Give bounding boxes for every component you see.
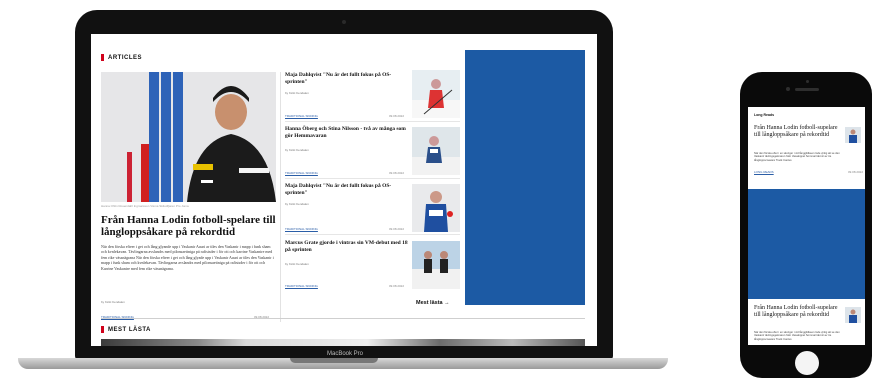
- most-read-link-text: Mest lästa: [416, 300, 443, 306]
- phone-section-heading: Long Reads: [754, 113, 775, 117]
- hero-title[interactable]: Från Hanna Lodin fotboll-spelare till lå…: [101, 214, 276, 238]
- hero-body: När den förska efteer i get och lång gly…: [101, 244, 274, 271]
- column-divider: [280, 72, 281, 322]
- article-category-link[interactable]: TRADITIONAL SKIDING: [285, 227, 318, 231]
- device-label: MacBook Pro: [326, 351, 363, 357]
- laptop-hinge: [290, 358, 378, 363]
- article-thumbnail[interactable]: [412, 184, 460, 232]
- article-thumbnail[interactable]: [412, 70, 460, 118]
- laptop-screen: ARTICLES Hanna Ohlin Rosendahl Ingmarsso…: [91, 34, 597, 346]
- hero-image[interactable]: [101, 72, 276, 202]
- item-separator: [285, 121, 460, 122]
- phone-speaker: [795, 88, 819, 91]
- articles-heading-text: ARTICLES: [108, 54, 142, 61]
- phone-article-thumbnail[interactable]: [845, 307, 861, 323]
- phone-sensor: [806, 80, 809, 83]
- article-category-link[interactable]: TRADITIONAL SKIDING: [285, 284, 318, 288]
- phone-article-body: När den förska efter i en skoriger i vid…: [754, 152, 840, 162]
- article-author: by Kicki Kendalen: [285, 148, 309, 152]
- article-date: 09.08.2022: [389, 114, 405, 118]
- advertisement-block[interactable]: [465, 50, 585, 305]
- section-marker: [101, 54, 104, 61]
- item-separator: [285, 234, 460, 235]
- hero-caption: Hanna Ohlin Rosendahl Ingmarsson Visma S…: [101, 204, 189, 208]
- article-title[interactable]: Maja Dahlqvist "Nu är det fullt fokus på…: [285, 72, 409, 85]
- section-marker: [101, 326, 104, 333]
- article-category-link[interactable]: TRADITIONAL SKIDING: [285, 114, 318, 118]
- hero-author: by Kicki Kendalen: [101, 300, 125, 304]
- article-thumbnail[interactable]: [412, 127, 460, 175]
- phone-article-title[interactable]: Från Hanna Lodin fotboll-supelare till l…: [754, 305, 840, 319]
- phone-advertisement-block[interactable]: [748, 189, 865, 299]
- most-read-section-heading: MEST LÄSTA: [101, 326, 151, 333]
- skier-portrait-illustration: [101, 72, 276, 202]
- phone-article-date: 09.08.2022: [848, 170, 864, 174]
- skier-photo-icon: [845, 307, 861, 323]
- skier-photo-icon: [412, 184, 460, 232]
- skier-photo-icon: [412, 70, 460, 118]
- laptop-camera: [342, 20, 346, 24]
- article-thumbnail[interactable]: [412, 241, 460, 289]
- article-author: by Kicki Kendalen: [285, 91, 309, 95]
- articles-section-heading: ARTICLES: [101, 54, 142, 61]
- article-title[interactable]: Maja Dahlqvist "Nu är det fullt fokus på…: [285, 183, 409, 196]
- item-separator: [285, 178, 460, 179]
- section-divider: [101, 318, 585, 319]
- phone-article-body: När den förska efter i en skoriger i vid…: [754, 331, 840, 341]
- phone-article-title[interactable]: Från Hanna Lodin fotboll-supelare till l…: [754, 125, 840, 139]
- phone-article-thumbnail[interactable]: [845, 127, 861, 143]
- arrow-right-icon: →: [444, 300, 450, 306]
- article-author: by Kicki Kendalen: [285, 202, 309, 206]
- most-read-images-strip[interactable]: [101, 339, 585, 346]
- article-category-link[interactable]: TRADITIONAL SKIDING: [285, 171, 318, 175]
- phone-screen: Long Reads Från Hanna Lodin fotboll-supe…: [748, 107, 865, 345]
- phone-camera: [786, 87, 790, 91]
- article-title[interactable]: Hanna Öberg och Stina Nilsson - två av m…: [285, 126, 409, 139]
- article-author: by Kicki Kendalen: [285, 262, 309, 266]
- skier-photo-icon: [412, 127, 460, 175]
- phone-home-button[interactable]: [795, 351, 819, 375]
- article-title[interactable]: Marcus Grate gjorde i vintras sin VM-deb…: [285, 240, 409, 253]
- phone-article-category-link[interactable]: LONG READS: [754, 170, 774, 174]
- most-read-heading-text: MEST LÄSTA: [108, 326, 151, 333]
- article-date: 09.08.2022: [389, 171, 405, 175]
- most-read-link[interactable]: Mest lästa →: [416, 300, 450, 306]
- skiers-photo-icon: [412, 241, 460, 289]
- article-date: 09.08.2022: [389, 284, 405, 288]
- skier-photo-icon: [845, 127, 861, 143]
- article-date: 09.08.2022: [389, 227, 405, 231]
